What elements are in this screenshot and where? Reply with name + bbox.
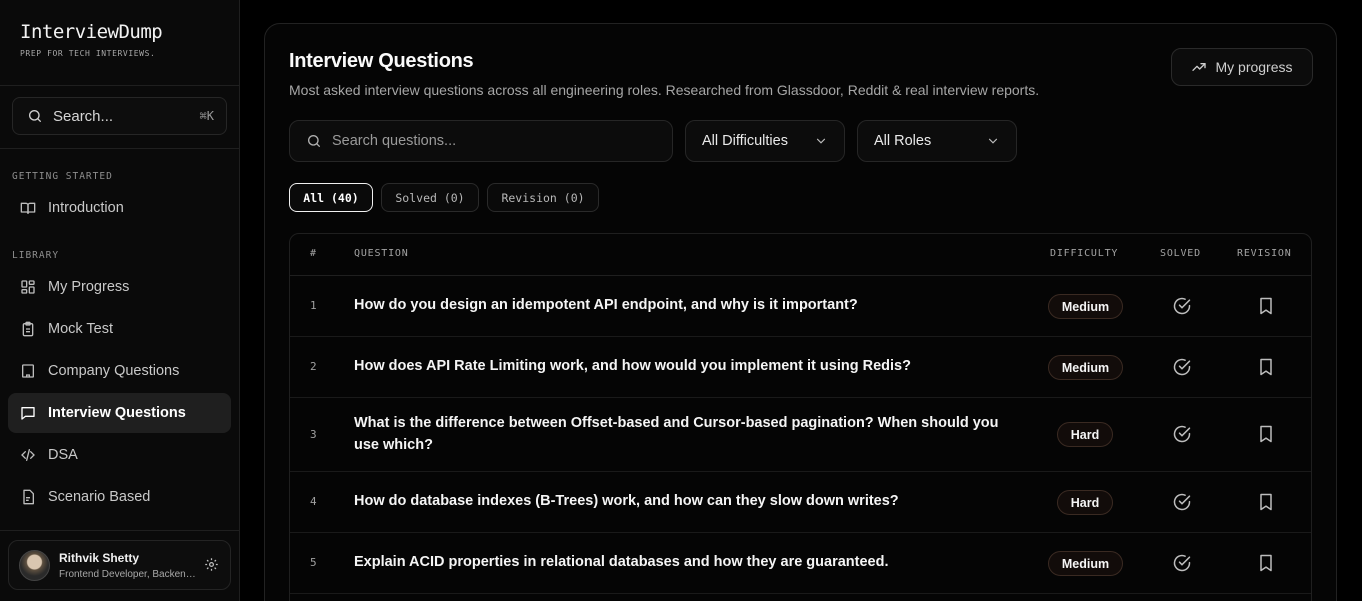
tab-solved[interactable]: Solved (0) bbox=[381, 183, 479, 212]
file-icon bbox=[20, 489, 36, 505]
my-progress-button[interactable]: My progress bbox=[1171, 48, 1313, 86]
table-row[interactable]: 1 How do you design an idempotent API en… bbox=[290, 276, 1311, 337]
sidebar-item-label: My Progress bbox=[48, 279, 130, 295]
solved-check-icon[interactable] bbox=[1172, 424, 1192, 444]
brand: InterviewDump PREP FOR TECH INTERVIEWS. bbox=[0, 0, 239, 86]
bookmark-icon[interactable] bbox=[1256, 296, 1276, 316]
bookmark-icon[interactable] bbox=[1256, 553, 1276, 573]
row-number: 1 bbox=[310, 299, 317, 312]
main-panel: Interview Questions Most asked interview… bbox=[264, 23, 1337, 601]
user-role: Frontend Developer, Backend Developer bbox=[59, 568, 197, 580]
header-solved: SOLVED bbox=[1160, 248, 1201, 259]
section-label-getting-started: GETTING STARTED bbox=[12, 171, 113, 182]
solved-check-icon[interactable] bbox=[1172, 553, 1192, 573]
sidebar-search-button[interactable]: Search... ⌘K bbox=[12, 97, 227, 135]
sidebar-item-label: Company Questions bbox=[48, 363, 180, 379]
row-number: 4 bbox=[310, 495, 317, 508]
solved-check-icon[interactable] bbox=[1172, 357, 1192, 377]
sidebar-item-scenario-based[interactable]: Scenario Based bbox=[8, 477, 231, 517]
difficulty-select[interactable]: All Difficulties bbox=[685, 120, 845, 162]
search-icon bbox=[27, 108, 43, 124]
bookmark-icon[interactable] bbox=[1256, 492, 1276, 512]
sidebar-item-label: Interview Questions bbox=[48, 405, 186, 421]
bookmark-icon[interactable] bbox=[1256, 424, 1276, 444]
book-icon bbox=[20, 200, 36, 216]
table-row[interactable]: 3 What is the difference between Offset-… bbox=[290, 398, 1311, 472]
row-number: 3 bbox=[310, 428, 317, 441]
difficulty-badge: Medium bbox=[1048, 551, 1123, 576]
sidebar-item-my-progress[interactable]: My Progress bbox=[8, 267, 231, 307]
tab-revision[interactable]: Revision (0) bbox=[487, 183, 599, 212]
section-label-library: LIBRARY bbox=[12, 250, 60, 261]
table-row[interactable]: 2 How does API Rate Limiting work, and h… bbox=[290, 337, 1311, 398]
sidebar-item-label: DSA bbox=[48, 447, 78, 463]
sidebar: InterviewDump PREP FOR TECH INTERVIEWS. … bbox=[0, 0, 240, 601]
grid-icon bbox=[20, 279, 36, 295]
avatar bbox=[19, 549, 50, 581]
sidebar-item-interview-questions[interactable]: Interview Questions bbox=[8, 393, 231, 433]
sidebar-item-mock-test[interactable]: Mock Test bbox=[8, 309, 231, 349]
user-card[interactable]: Rithvik Shetty Frontend Developer, Backe… bbox=[8, 540, 231, 590]
my-progress-label: My progress bbox=[1215, 59, 1293, 75]
question-text[interactable]: How does API Rate Limiting work, and how… bbox=[354, 355, 1020, 377]
role-select-value: All Roles bbox=[874, 133, 932, 149]
question-text[interactable]: How do database indexes (B-Trees) work, … bbox=[354, 490, 1020, 512]
sidebar-item-label: Mock Test bbox=[48, 321, 114, 337]
row-number: 5 bbox=[310, 556, 317, 569]
table-header: # QUESTION DIFFICULTY SOLVED REVISION bbox=[290, 234, 1311, 276]
question-search-input[interactable] bbox=[332, 133, 652, 149]
header-question: QUESTION bbox=[354, 248, 409, 259]
brand-title[interactable]: InterviewDump bbox=[20, 21, 219, 43]
header-num: # bbox=[310, 248, 317, 259]
chevron-down-icon bbox=[986, 134, 1000, 148]
search-shortcut: ⌘K bbox=[199, 109, 214, 123]
solved-check-icon[interactable] bbox=[1172, 296, 1192, 316]
message-icon bbox=[20, 405, 36, 421]
table-row[interactable]: 5 Explain ACID properties in relational … bbox=[290, 533, 1311, 594]
difficulty-select-value: All Difficulties bbox=[702, 133, 788, 149]
search-icon bbox=[306, 133, 322, 149]
sidebar-item-label: Introduction bbox=[48, 200, 124, 216]
header-difficulty: DIFFICULTY bbox=[1050, 248, 1119, 259]
table-row[interactable]: 4 How do database indexes (B-Trees) work… bbox=[290, 472, 1311, 533]
user-name: Rithvik Shetty bbox=[59, 550, 140, 565]
question-text[interactable]: Explain ACID properties in relational da… bbox=[354, 551, 1020, 573]
difficulty-badge: Hard bbox=[1057, 422, 1113, 447]
clipboard-icon bbox=[20, 321, 36, 337]
page-title: Interview Questions bbox=[289, 50, 474, 72]
brand-subtitle: PREP FOR TECH INTERVIEWS. bbox=[20, 49, 156, 58]
chevron-down-icon bbox=[814, 134, 828, 148]
role-select[interactable]: All Roles bbox=[857, 120, 1017, 162]
question-text[interactable]: What is the difference between Offset-ba… bbox=[354, 412, 1020, 456]
difficulty-badge: Medium bbox=[1048, 355, 1123, 380]
trending-up-icon bbox=[1191, 59, 1207, 75]
gear-icon[interactable] bbox=[204, 557, 220, 573]
sidebar-item-introduction[interactable]: Introduction bbox=[8, 188, 231, 228]
tab-all[interactable]: All (40) bbox=[289, 183, 373, 212]
code-icon bbox=[20, 447, 36, 463]
header-revision: REVISION bbox=[1237, 248, 1292, 259]
sidebar-divider bbox=[0, 530, 239, 531]
difficulty-badge: Hard bbox=[1057, 490, 1113, 515]
question-search bbox=[289, 120, 673, 162]
solved-check-icon[interactable] bbox=[1172, 492, 1192, 512]
row-number: 2 bbox=[310, 360, 317, 373]
building-icon bbox=[20, 363, 36, 379]
bookmark-icon[interactable] bbox=[1256, 357, 1276, 377]
difficulty-badge: Medium bbox=[1048, 294, 1123, 319]
sidebar-search-label: Search... bbox=[53, 107, 114, 125]
question-text[interactable]: How do you design an idempotent API endp… bbox=[354, 294, 1020, 316]
sidebar-item-dsa[interactable]: DSA bbox=[8, 435, 231, 475]
questions-table: # QUESTION DIFFICULTY SOLVED REVISION 1 … bbox=[289, 233, 1312, 601]
sidebar-item-company-questions[interactable]: Company Questions bbox=[8, 351, 231, 391]
sidebar-item-label: Scenario Based bbox=[48, 489, 151, 505]
page-subtitle: Most asked interview questions across al… bbox=[289, 82, 1040, 98]
